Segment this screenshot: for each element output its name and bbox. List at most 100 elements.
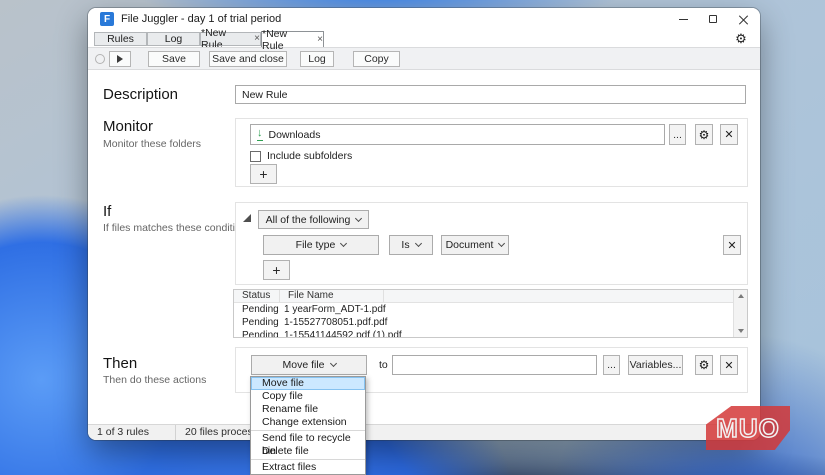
file-status: Pending [242, 317, 279, 328]
condition-field-select[interactable]: File type [263, 235, 379, 255]
include-subfolders-checkbox[interactable] [250, 150, 261, 162]
menu-item-extract-files[interactable]: Extract files [251, 461, 365, 474]
file-name: 1-15541144592.pdf (1).pdf [284, 330, 402, 338]
file-list-scrollbar[interactable] [733, 290, 747, 337]
tab-rules[interactable]: Rules [94, 32, 147, 46]
menu-item-change-extension[interactable]: Change extension [251, 416, 365, 429]
destination-browse-button[interactable]: ... [603, 355, 620, 375]
rule-status-indicator-icon [95, 54, 105, 64]
action-remove-button[interactable]: ✕ [720, 355, 738, 375]
collapse-expander-icon[interactable] [243, 214, 251, 222]
status-bar: 1 of 3 rules enabled 20 files processed [88, 424, 760, 440]
file-status: Pending [242, 330, 279, 338]
tab-close-icon[interactable]: × [317, 34, 323, 45]
description-input[interactable] [235, 85, 746, 104]
file-list-rows: Pending 1 yearForm_ADT-1.pdf Pending 1-1… [234, 303, 735, 338]
if-title: If [103, 203, 112, 220]
menu-item-rename-file[interactable]: Rename file [251, 403, 365, 416]
scroll-down-icon[interactable] [738, 329, 744, 333]
title-bar: F File Juggler - day 1 of trial period [88, 8, 760, 30]
remove-icon: ✕ [724, 129, 734, 141]
file-status: Pending [242, 304, 279, 315]
run-button[interactable] [109, 51, 131, 67]
add-condition-button[interactable]: + [263, 260, 290, 280]
action-dropdown-menu: Move file Copy file Rename file Change e… [250, 376, 366, 475]
chevron-down-icon [355, 214, 363, 222]
file-row[interactable]: Pending 1-15527708051.pdf.pdf [234, 316, 735, 329]
status-rules-enabled: 1 of 3 rules enabled [88, 425, 176, 440]
copy-button[interactable]: Copy [353, 51, 400, 67]
matched-files-list: Status File Name Pending 1 yearForm_ADT-… [233, 289, 748, 338]
tab-new-rule-2[interactable]: *New Rule × [261, 28, 324, 52]
rule-editor: Description Monitor Monitor these folder… [88, 70, 760, 424]
monitor-folder-value: Downloads [268, 128, 321, 141]
settings-gear-icon[interactable]: ⚙ [732, 31, 750, 46]
chevron-down-icon [329, 359, 337, 368]
file-name: 1 yearForm_ADT-1.pdf [284, 304, 386, 315]
play-icon [117, 55, 123, 63]
menu-separator [251, 459, 365, 460]
condition-field-value: File type [295, 239, 336, 251]
match-mode-value: All of the following [265, 213, 351, 226]
variables-button[interactable]: Variables... [628, 355, 683, 375]
then-title: Then [103, 355, 138, 372]
column-header-file-name[interactable]: File Name [280, 290, 384, 302]
menu-item-copy-file[interactable]: Copy file [251, 390, 365, 403]
menu-item-delete-file[interactable]: Delete file [251, 445, 365, 458]
monitor-browse-button[interactable]: ... [669, 124, 686, 145]
match-mode-select[interactable]: All of the following [258, 210, 369, 229]
add-folder-button[interactable]: + [250, 164, 277, 184]
if-subtitle: If files matches these conditions [103, 222, 252, 234]
file-list-header: Status File Name [234, 290, 735, 303]
description-title: Description [103, 86, 179, 103]
file-juggler-window: F File Juggler - day 1 of trial period R… [88, 8, 760, 440]
monitor-title: Monitor [103, 118, 154, 135]
monitor-group: ↓ Downloads ... ⚙ ✕ Include subfolders + [235, 118, 748, 187]
chevron-down-icon [498, 239, 506, 248]
gear-icon: ⚙ [698, 358, 710, 372]
chevron-down-icon [414, 239, 422, 248]
tab-new-rule-1[interactable]: *New Rule × [200, 27, 261, 51]
include-subfolders-label: Include subfolders [267, 150, 353, 162]
scroll-up-icon[interactable] [738, 294, 744, 298]
menu-item-move-file[interactable]: Move file [251, 377, 365, 390]
minimize-icon [678, 18, 688, 20]
toolbar: Save Save and close Log Copy [88, 47, 760, 70]
close-icon [739, 15, 748, 24]
remove-icon: ✕ [727, 239, 737, 252]
monitor-settings-button[interactable]: ⚙ [695, 124, 713, 145]
tab-label: Log [164, 33, 183, 45]
condition-value-select[interactable]: Document [441, 235, 509, 255]
maximize-icon [709, 15, 717, 23]
app-icon: F [100, 12, 114, 26]
maximize-button[interactable] [700, 8, 726, 30]
monitor-remove-button[interactable]: ✕ [720, 124, 738, 145]
file-row[interactable]: Pending 1 yearForm_ADT-1.pdf [234, 303, 735, 316]
action-select[interactable]: Move file [251, 355, 367, 375]
destination-input[interactable] [392, 355, 597, 375]
condition-remove-button[interactable]: ✕ [723, 235, 741, 255]
chevron-down-icon [340, 239, 348, 248]
menu-separator [251, 430, 365, 431]
tab-bar: Rules Log *New Rule × *New Rule × ⚙ [88, 27, 760, 52]
muo-watermark-text: MUO [715, 412, 780, 444]
if-group: All of the following File type Is Docume… [235, 202, 748, 285]
save-button[interactable]: Save [148, 51, 200, 67]
tab-close-icon[interactable]: × [254, 34, 260, 44]
column-header-status[interactable]: Status [234, 290, 280, 302]
tab-log[interactable]: Log [147, 32, 200, 46]
file-row[interactable]: Pending 1-15541144592.pdf (1).pdf [234, 329, 735, 338]
minimize-button[interactable] [670, 8, 696, 30]
action-settings-button[interactable]: ⚙ [695, 355, 713, 375]
menu-item-send-to-recycle-bin[interactable]: Send file to recycle bin [251, 432, 365, 457]
close-button[interactable] [730, 8, 756, 30]
file-name: 1-15527708051.pdf.pdf [284, 317, 388, 328]
monitor-folder-input[interactable]: ↓ Downloads [250, 124, 665, 145]
to-label: to [379, 359, 388, 371]
save-and-close-button[interactable]: Save and close [209, 51, 287, 67]
condition-operator-select[interactable]: Is [389, 235, 433, 255]
log-button[interactable]: Log [300, 51, 334, 67]
include-subfolders-row[interactable]: Include subfolders [250, 150, 352, 162]
remove-icon: ✕ [724, 359, 734, 372]
monitor-subtitle: Monitor these folders [103, 138, 202, 150]
